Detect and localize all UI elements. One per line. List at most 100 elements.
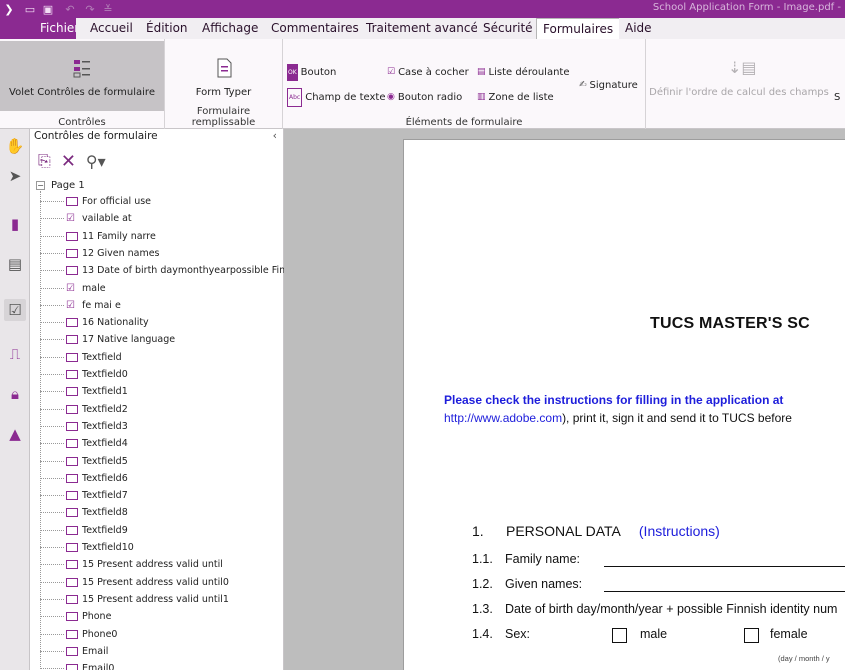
tree-item-label: For official use <box>82 196 152 207</box>
bookmark-icon[interactable]: ▮ <box>4 213 26 235</box>
tree-item[interactable]: Textfield10 <box>40 539 134 556</box>
tree-item[interactable]: Email <box>40 643 108 660</box>
tree-root-page[interactable]: − Page 1 <box>36 177 85 193</box>
tree-item[interactable]: Email0 <box>40 660 114 670</box>
tree-item[interactable]: Textfield3 <box>40 418 128 435</box>
tree-item[interactable]: Phone <box>40 608 111 625</box>
checkbox-tool[interactable]: ☑ Case à cocher <box>387 64 469 81</box>
tree-item[interactable]: Textfield2 <box>40 401 128 418</box>
tab-affichage[interactable]: Affichage <box>196 18 265 39</box>
radio-tool-icon: ◉ <box>387 92 395 102</box>
tab-accueil[interactable]: Accueil <box>84 18 139 39</box>
tree-item[interactable]: 17 Native language <box>40 331 175 348</box>
female-checkbox[interactable] <box>744 628 759 643</box>
image-icon[interactable]: ▲ <box>4 423 26 445</box>
tree-connector <box>40 374 64 375</box>
tab-commentaires[interactable]: Commentaires <box>265 18 365 39</box>
female-label: female <box>770 627 808 641</box>
hand-tool-icon[interactable]: ✋ <box>4 135 26 157</box>
document-area[interactable]: TUCS MASTER'S SC Please check the instru… <box>284 129 845 670</box>
family-name-line[interactable] <box>604 566 845 567</box>
calc-order-icon: ⇣▤ <box>728 58 757 77</box>
calc-order-button[interactable]: ⇣▤ Définir l'ordre de calcul des champs <box>648 41 830 111</box>
collapse-toggle-icon[interactable]: − <box>36 180 45 190</box>
tree-item-label: vailable at <box>82 213 132 225</box>
tree-connector <box>40 512 64 514</box>
open-icon[interactable]: ▭ <box>22 2 38 16</box>
security-lock-icon[interactable]: 🔒︎ <box>4 383 26 405</box>
tree-item[interactable]: 12 Given names <box>40 245 160 262</box>
text-field-tool[interactable]: Abc Champ de texte <box>287 88 386 107</box>
button-tool[interactable]: OK Bouton <box>287 64 336 81</box>
tree-item[interactable]: 15 Present address valid until <box>40 556 223 573</box>
undo-icon[interactable]: ↶ <box>62 2 78 16</box>
tree-item[interactable]: Phone0 <box>40 626 117 643</box>
tab-edition[interactable]: Édition <box>140 18 194 39</box>
tree-item[interactable]: For official use <box>40 193 151 210</box>
add-form-field-icon[interactable]: ⎘ <box>38 151 51 171</box>
tree-item[interactable]: 15 Present address valid until0 <box>40 574 229 591</box>
save-icon[interactable]: ▣ <box>40 2 56 16</box>
app-logo-icon[interactable]: ❯ <box>2 2 16 16</box>
form-typer-button[interactable]: Form Typer <box>165 41 282 111</box>
checkbox-field-icon: ☑ <box>66 299 75 311</box>
radio-tool[interactable]: ◉ Bouton radio <box>387 89 462 106</box>
tree-item[interactable]: 11 Family narre <box>40 228 156 245</box>
collapse-panel-icon[interactable]: ‹ <box>273 129 277 142</box>
tree-item[interactable]: Textfield5 <box>40 453 128 470</box>
tab-aide[interactable]: Aide <box>619 18 658 39</box>
tree-item[interactable]: Textfield4 <box>40 435 128 452</box>
tree-item[interactable]: Textfield1 <box>40 383 128 400</box>
tree-item-label: Textfield8 <box>82 507 128 519</box>
row-label: Family name: <box>505 552 581 566</box>
tree-item[interactable]: 16 Nationality <box>40 314 149 331</box>
form-fields-icon[interactable]: ☑ <box>4 299 26 321</box>
tree-item-label: 15 Present address valid until0 <box>82 576 229 588</box>
given-names-line[interactable] <box>604 591 845 592</box>
row-label: Sex: <box>505 627 531 641</box>
text-field-icon <box>66 266 78 276</box>
stamp-icon[interactable]: ⎍ <box>4 343 26 365</box>
properties-wrench-icon[interactable]: ⚲▾ <box>86 152 106 171</box>
list-box-tool[interactable]: ▥ Zone de liste <box>477 89 554 106</box>
tab-securite[interactable]: Sécurité <box>477 18 539 39</box>
tab-formulaires[interactable]: Formulaires <box>536 18 621 39</box>
tree-item[interactable]: Textfield0 <box>40 366 128 383</box>
ribbon-overflow-label[interactable]: S <box>834 89 840 106</box>
instructions-link[interactable]: http://www.adobe.com <box>444 411 562 425</box>
tree-connector <box>40 616 64 618</box>
dropdown-tool[interactable]: ▤ Liste déroulante <box>477 64 570 81</box>
redo-icon[interactable]: ↷ <box>82 2 98 16</box>
tree-item[interactable]: 15 Present address valid until1 <box>40 591 229 608</box>
tree-item[interactable]: ☑ male <box>40 280 106 297</box>
instructions-line-2: http://www.adobe.com), print it, sign it… <box>444 411 792 425</box>
field-row-family-name: 1.1. Family name: <box>472 552 580 566</box>
tree-item[interactable]: Textfield8 <box>40 504 128 521</box>
tree-item[interactable]: Textfield <box>40 349 122 366</box>
tree-item[interactable]: ☑ vailable at <box>40 210 132 227</box>
tree-item[interactable]: Textfield7 <box>40 487 128 504</box>
tree-item[interactable]: Textfield9 <box>40 522 128 539</box>
tree-connector <box>40 547 64 548</box>
text-field-icon <box>66 473 78 483</box>
pages-icon[interactable]: ▤ <box>4 253 26 275</box>
text-field-icon <box>66 231 78 241</box>
tab-traitement-avance[interactable]: Traitement avancé <box>360 18 484 39</box>
form-controls-pane-button[interactable]: Volet Contrôles de formulaire <box>0 41 164 111</box>
tree-item[interactable]: 13 Date of birth daymonthyearpossible Fi… <box>40 262 285 279</box>
tree-item-label: 16 Nationality <box>82 317 149 329</box>
delete-icon[interactable]: ✕ <box>61 151 76 172</box>
customize-icon[interactable]: ≚ <box>100 2 116 16</box>
male-label: male <box>640 627 668 641</box>
section-instructions-link[interactable]: (Instructions) <box>639 523 720 539</box>
section-number: 1. <box>472 523 484 539</box>
signature-tool[interactable]: ✍ Signature <box>579 77 638 94</box>
pdf-page: TUCS MASTER'S SC Please check the instru… <box>403 139 845 670</box>
male-checkbox[interactable] <box>612 628 627 643</box>
tree-item[interactable]: Textfield6 <box>40 470 128 487</box>
tree-connector <box>40 460 64 462</box>
tree-connector <box>40 322 64 324</box>
tree-item[interactable]: ☑ fe mai e <box>40 297 121 314</box>
select-arrow-icon[interactable]: ➤ <box>4 165 26 187</box>
checkbox-field-icon: ☑ <box>66 213 75 225</box>
